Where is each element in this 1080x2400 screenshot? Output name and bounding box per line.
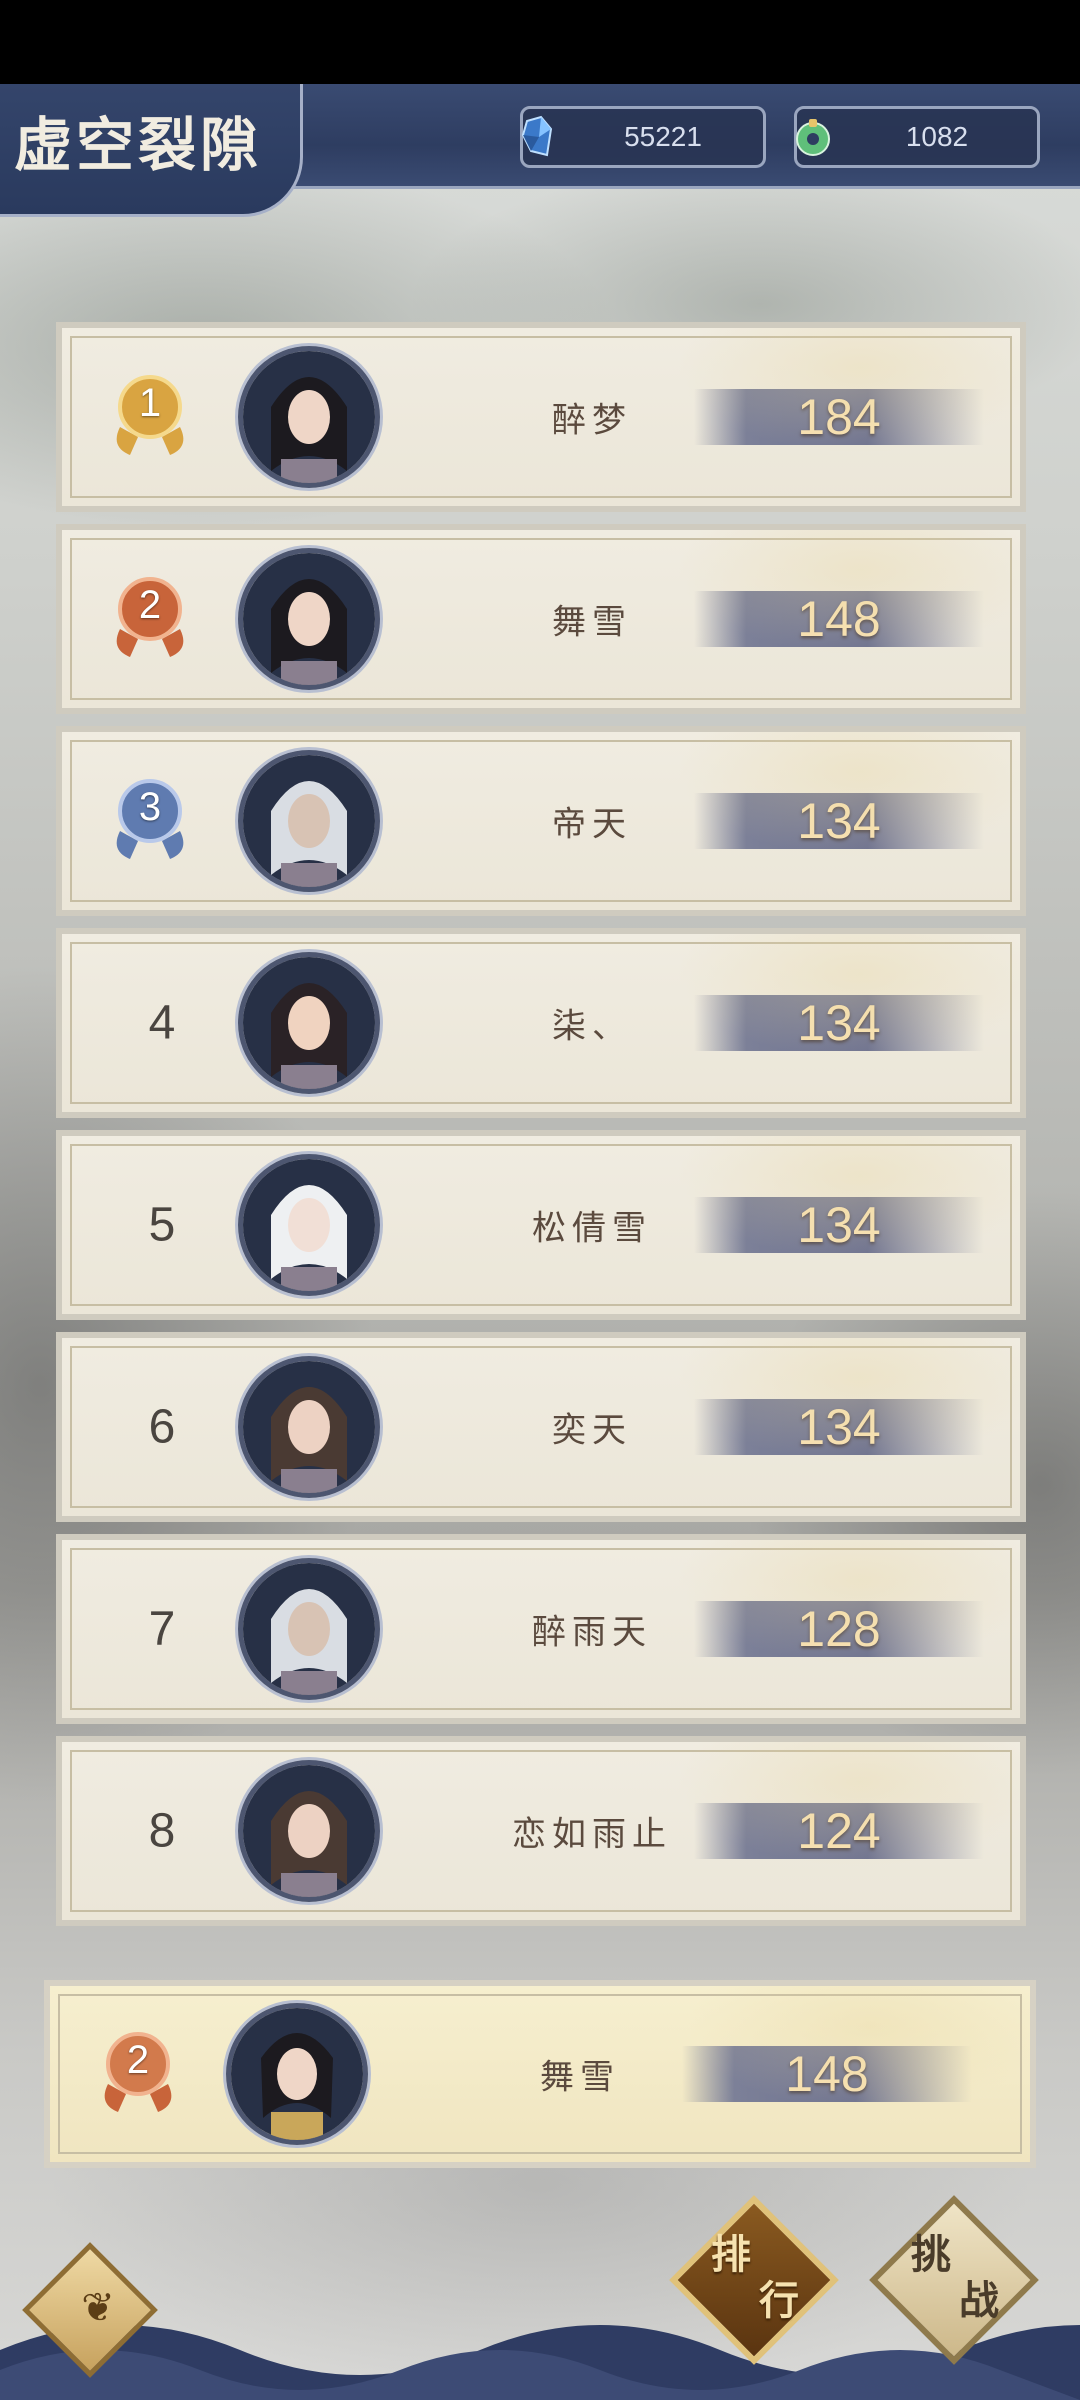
player-name: 奕天: [552, 1410, 632, 1451]
score-plate: [694, 1399, 984, 1455]
rank-row: 6 奕天 134: [56, 1332, 1026, 1522]
rank-row: 1 醉梦 184: [56, 322, 1026, 512]
rank-row: 3 帝天 134: [56, 726, 1026, 916]
avatar[interactable]: [238, 1760, 380, 1902]
status-bar: [0, 0, 1080, 84]
player-name: 帝天: [552, 804, 632, 845]
player-name: 柒、: [552, 1006, 632, 1047]
currency-jade-counter[interactable]: 1082: [794, 106, 1040, 168]
score-plate: [682, 2046, 972, 2102]
rank-row: 4 柒、 134: [56, 928, 1026, 1118]
score-value: 148: [797, 591, 881, 647]
bronze-medal-icon: 2: [88, 2024, 188, 2124]
jade-amount: 1082: [905, 121, 969, 152]
medal-number: 2: [126, 2038, 150, 2082]
player-name: 恋如雨止: [512, 1814, 672, 1855]
blue-crystal-icon: [517, 115, 561, 159]
score-value: 134: [797, 1399, 881, 1455]
player-name: 舞雪: [552, 602, 632, 643]
bronze-medal-icon: 2: [100, 569, 200, 669]
score-value: 134: [797, 995, 881, 1051]
score-value: 184: [797, 389, 881, 445]
medal-number: 1: [138, 381, 162, 425]
rank-row: 8 恋如雨止 124: [56, 1736, 1026, 1926]
player-name: 醉梦: [552, 400, 632, 441]
score-plate: [694, 1601, 984, 1657]
avatar[interactable]: [238, 750, 380, 892]
avatar[interactable]: [238, 952, 380, 1094]
silver-medal-icon: 3: [100, 771, 200, 871]
gem-amount: 55221: [624, 121, 702, 152]
player-name: 醉雨天: [532, 1612, 652, 1653]
page-title: 虚空裂隙: [14, 111, 263, 179]
rank-row: 7 醉雨天 128: [56, 1534, 1026, 1724]
score-plate: [694, 995, 984, 1051]
currency-gem-counter[interactable]: 55221: [520, 106, 766, 168]
medal-number: 3: [138, 785, 162, 829]
avatar[interactable]: [238, 1356, 380, 1498]
score-value: 124: [797, 1803, 881, 1859]
score-plate: [694, 1197, 984, 1253]
back-ornament-icon: ❦: [81, 2285, 115, 2331]
score-plate: [694, 1803, 984, 1859]
medal-number: 2: [138, 583, 162, 627]
rank-row: 2 舞雪 148: [56, 524, 1026, 714]
rank-number: 6: [148, 1400, 176, 1454]
rank-number: 4: [148, 996, 176, 1050]
score-value: 134: [797, 793, 881, 849]
rank-row: 5 松倩雪 134: [56, 1130, 1026, 1320]
challenge-button-label: 挑 战: [911, 2231, 999, 2324]
score-plate: [694, 389, 984, 445]
player-name: 舞雪: [540, 2057, 620, 2098]
score-value: 134: [797, 1197, 881, 1253]
score-plate: [694, 591, 984, 647]
rank-number: 5: [148, 1198, 176, 1252]
avatar[interactable]: [226, 2003, 368, 2145]
jade-ring-icon: [791, 115, 835, 159]
score-plate: [694, 793, 984, 849]
rank-number: 8: [148, 1804, 176, 1858]
avatar[interactable]: [238, 1558, 380, 1700]
avatar[interactable]: [238, 346, 380, 488]
gold-medal-icon: 1: [100, 367, 200, 467]
avatar[interactable]: [238, 548, 380, 690]
player-name: 松倩雪: [532, 1208, 652, 1249]
score-value: 128: [797, 1601, 881, 1657]
rank-number: 7: [148, 1602, 176, 1656]
score-value: 148: [785, 2046, 869, 2102]
my-rank-row: 2 舞雪 148: [44, 1980, 1036, 2168]
avatar[interactable]: [238, 1154, 380, 1296]
ranking-button-label: 排 行: [711, 2231, 799, 2324]
